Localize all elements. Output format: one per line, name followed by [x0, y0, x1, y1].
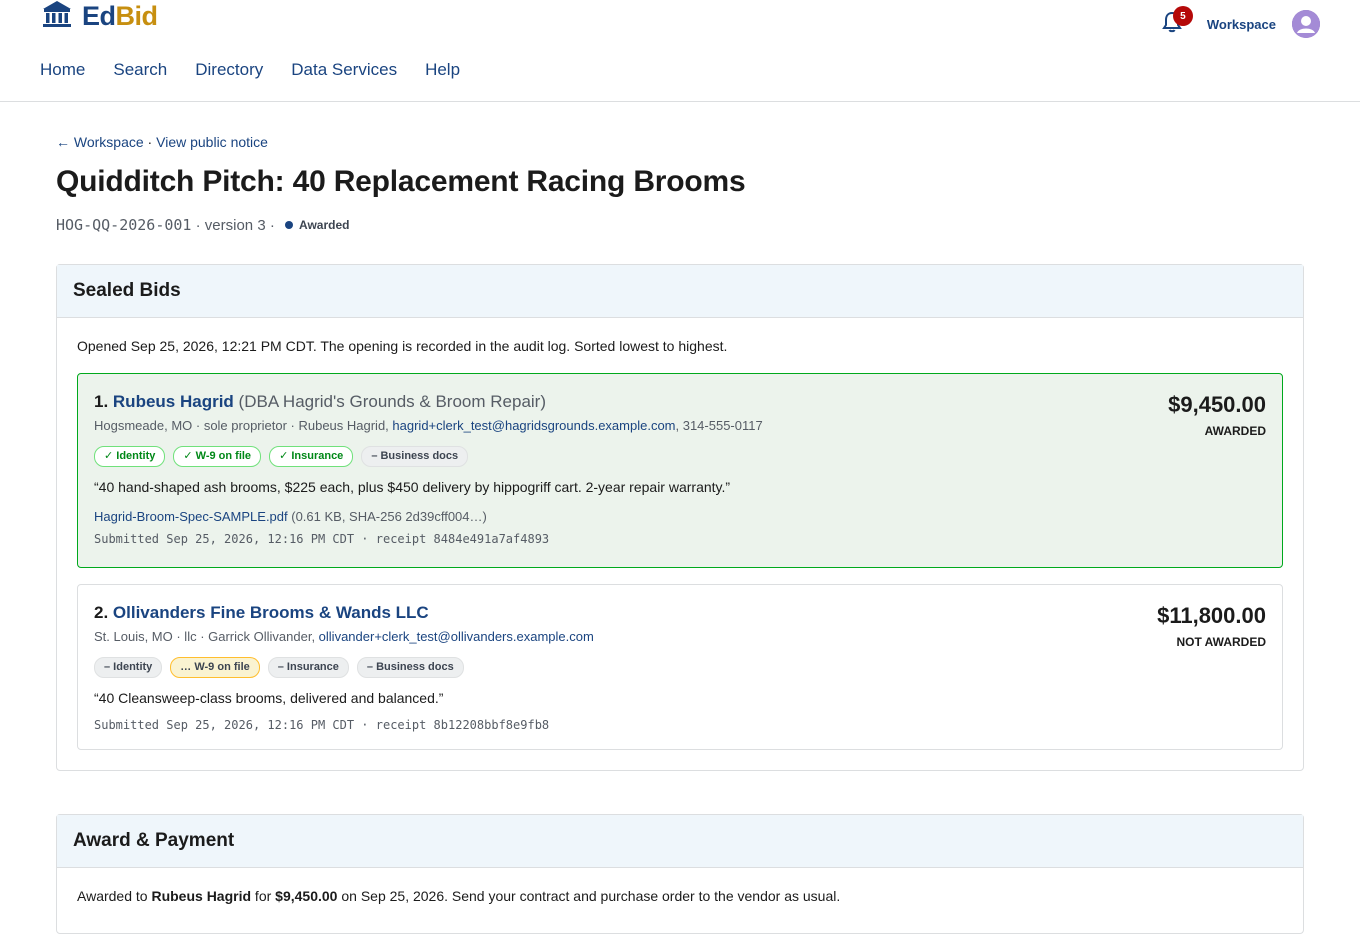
bidder-email-link[interactable]: hagrid+clerk_test@hagridsgrounds.example…	[392, 418, 675, 433]
breadcrumb-separator: ·	[143, 134, 157, 150]
bidder-meta: St. Louis, MO · llc · Garrick Ollivander…	[94, 629, 1266, 644]
bidder-meta: Hogsmeade, MO · sole proprietor · Rubeus…	[94, 418, 1266, 433]
award-summary: Awarded to Rubeus Hagrid for $9,450.00 o…	[77, 888, 1283, 904]
bid-amount: $11,800.00	[1157, 603, 1266, 628]
status-dot-icon	[285, 221, 293, 229]
bid-quote: “40 hand-shaped ash brooms, $225 each, p…	[94, 479, 731, 495]
notification-count-badge: 5	[1172, 6, 1193, 26]
bid-amount: $9,450.00	[1168, 392, 1266, 417]
version-label: · version 3 ·	[191, 216, 279, 234]
bidder-phone: , 314-555-0117	[675, 418, 763, 433]
bid-submitted: Submitted Sep 25, 2026, 12:16 PM CDT · r…	[94, 532, 550, 546]
logo[interactable]: EdBid	[42, 0, 158, 32]
chip-insurance: – Insurance	[267, 657, 349, 678]
user-avatar-icon[interactable]	[1292, 10, 1320, 38]
bidder-email-link[interactable]: ollivander+clerk_test@ollivanders.exampl…	[319, 629, 594, 644]
bid-result: NOT AWARDED	[1176, 635, 1266, 649]
bidder-link[interactable]: Ollivanders Fine Brooms & Wands LLC	[113, 603, 429, 622]
main-nav: Home Search Directory Data Services Help	[40, 58, 460, 82]
chip-w9: … W-9 on file	[170, 657, 260, 678]
header-actions: 5 Workspace	[1161, 6, 1320, 38]
bid-amount-box: $9,450.00 AWARDED	[1168, 392, 1266, 438]
sealed-bids-heading: Sealed Bids	[57, 265, 1303, 318]
nav-search[interactable]: Search	[113, 58, 167, 82]
bid-quote: “40 Cleansweep-class brooms, delivered a…	[94, 690, 444, 706]
sealed-bids-intro: Opened Sep 25, 2026, 12:21 PM CDT. The o…	[77, 338, 728, 354]
nav-help[interactable]: Help	[425, 58, 460, 82]
bidder-dba: (DBA Hagrid's Grounds & Broom Repair)	[233, 392, 547, 411]
bidder-name: 1. Rubeus Hagrid (DBA Hagrid's Grounds &…	[94, 392, 1266, 412]
award-text-1: Awarded to	[77, 888, 152, 904]
chip-insurance: ✓ Insurance	[269, 446, 354, 467]
award-text-3: on Sep 25, 2026. Send your contract and …	[337, 888, 841, 904]
award-text-2: for	[251, 888, 276, 904]
bid-attachment: Hagrid-Broom-Spec-SAMPLE.pdf (0.61 KB, S…	[94, 509, 1266, 524]
bidder-link[interactable]: Rubeus Hagrid	[113, 392, 234, 411]
chip-business-docs: – Business docs	[356, 657, 464, 678]
award-payment-card: Award & Payment Awarded to Rubeus Hagrid…	[56, 814, 1304, 934]
nav-data-services[interactable]: Data Services	[291, 58, 397, 82]
solicitation-id: HOG-QQ-2026-001	[56, 216, 192, 234]
logo-text: EdBid	[82, 1, 158, 31]
award-payment-heading: Award & Payment	[57, 815, 1303, 868]
institution-icon	[42, 0, 72, 33]
breadcrumb: ← Workspace · View public notice	[56, 134, 268, 150]
bidder-meta-text: St. Louis, MO · llc · Garrick Ollivander…	[94, 629, 319, 644]
chip-business-docs: – Business docs	[361, 446, 469, 467]
sealed-bids-card: Sealed Bids Opened Sep 25, 2026, 12:21 P…	[56, 264, 1304, 771]
bid-card: 2. Ollivanders Fine Brooms & Wands LLC S…	[77, 584, 1283, 750]
bid-card-winning: 1. Rubeus Hagrid (DBA Hagrid's Grounds &…	[77, 373, 1283, 568]
page-title: Quidditch Pitch: 40 Replacement Racing B…	[56, 165, 746, 198]
nav-directory[interactable]: Directory	[195, 58, 263, 82]
solicitation-subline: HOG-QQ-2026-001 · version 3 · Awarded	[56, 216, 349, 234]
site-header: EdBid Home Search Directory Data Service…	[0, 0, 1360, 102]
bid-submitted: Submitted Sep 25, 2026, 12:16 PM CDT · r…	[94, 718, 550, 732]
chip-identity: – Identity	[94, 657, 163, 678]
chip-identity: ✓ Identity	[94, 446, 166, 467]
bid-rank: 2.	[94, 603, 113, 622]
view-public-notice-link[interactable]: View public notice	[156, 134, 268, 150]
back-to-workspace-link[interactable]: ← Workspace	[56, 134, 144, 150]
nav-home[interactable]: Home	[40, 58, 85, 82]
attachment-link[interactable]: Hagrid-Broom-Spec-SAMPLE.pdf	[94, 509, 288, 524]
verification-chips: ✓ Identity ✓ W-9 on file ✓ Insurance – B…	[94, 446, 1266, 467]
verification-chips: – Identity … W-9 on file – Insurance – B…	[94, 657, 1266, 678]
workspace-link[interactable]: Workspace	[1207, 17, 1276, 32]
award-amount: $9,450.00	[275, 888, 338, 904]
notifications-button[interactable]: 5	[1161, 6, 1193, 36]
status-badge: Awarded	[299, 218, 350, 232]
award-vendor: Rubeus Hagrid	[151, 888, 252, 904]
bid-rank: 1.	[94, 392, 113, 411]
bidder-name: 2. Ollivanders Fine Brooms & Wands LLC	[94, 603, 1266, 623]
bid-amount-box: $11,800.00 NOT AWARDED	[1157, 603, 1266, 649]
chip-w9: ✓ W-9 on file	[173, 446, 262, 467]
attachment-meta: (0.61 KB, SHA-256 2d39cff004…)	[287, 509, 487, 524]
bidder-meta-text: Hogsmeade, MO · sole proprietor · Rubeus…	[94, 418, 393, 433]
bid-result: AWARDED	[1204, 424, 1266, 438]
